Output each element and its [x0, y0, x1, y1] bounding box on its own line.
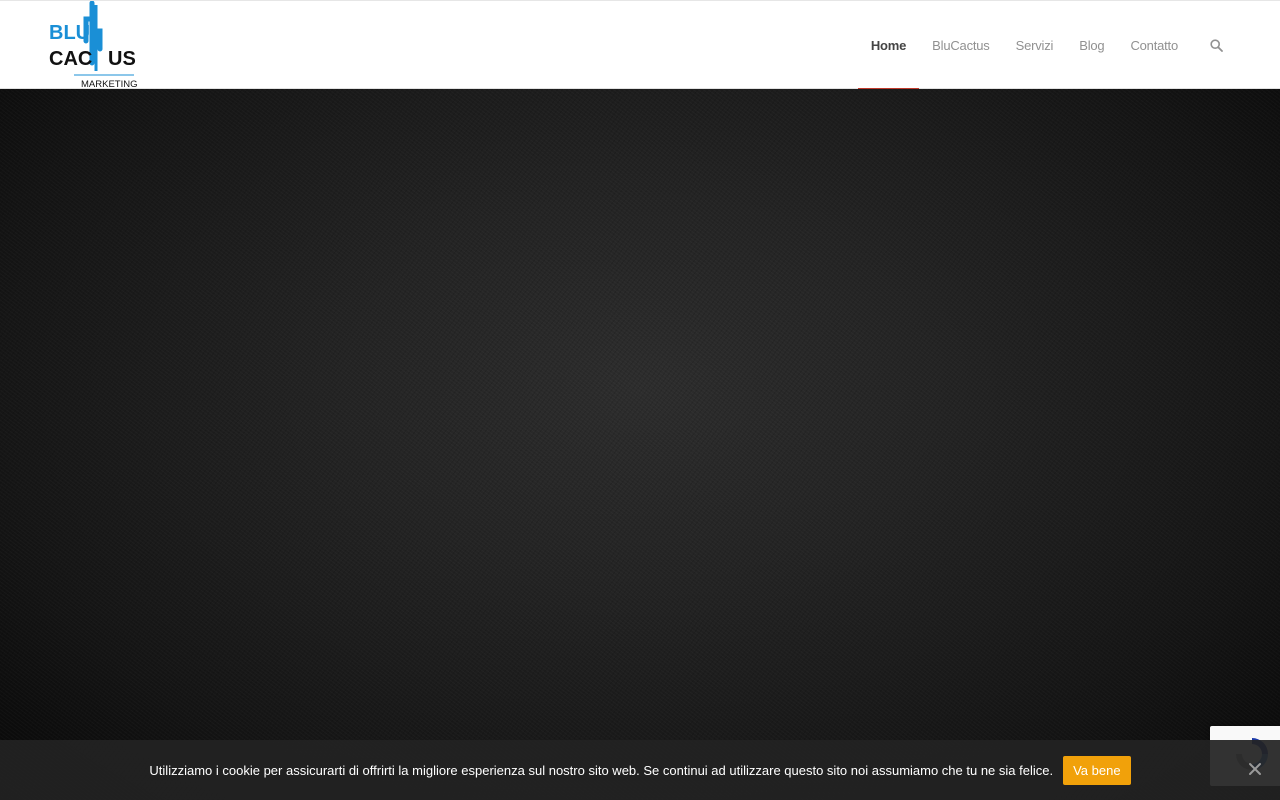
logo-text-blu: BLU	[49, 22, 90, 44]
close-icon[interactable]	[1248, 762, 1262, 776]
logo-text-marketing: MARKETING	[81, 79, 137, 89]
nav-item-label: BluCactus	[932, 37, 990, 53]
blucactus-logo: BLU CAC US MARKETING	[49, 1, 137, 89]
main-nav: Home BluCactus Servizi Blog Contatto	[857, 1, 1230, 90]
nav-item-servizi[interactable]: Servizi	[1003, 1, 1067, 89]
logo-text-us: US	[108, 48, 136, 70]
cookie-accept-button[interactable]: Va bene	[1063, 755, 1131, 785]
cookie-banner: Utilizziamo i cookie per assicurarti di …	[0, 740, 1280, 800]
nav-item-blucactus[interactable]: BluCactus	[919, 1, 1002, 89]
site-logo[interactable]: BLU CAC US MARKETING	[48, 1, 138, 89]
search-button[interactable]	[1191, 1, 1230, 89]
nav-item-label: Blog	[1079, 37, 1105, 53]
nav-item-blog[interactable]: Blog	[1066, 1, 1117, 89]
logo-text-cac: CAC	[49, 48, 92, 70]
site-header: BLU CAC US MARKETING Home BluCactus Serv…	[0, 0, 1280, 90]
hero-section	[0, 89, 1280, 800]
nav-item-contatto[interactable]: Contatto	[1117, 1, 1191, 89]
search-icon	[1210, 38, 1223, 52]
nav-item-label: Contatto	[1130, 37, 1178, 53]
cookie-message: Utilizziamo i cookie per assicurarti di …	[149, 762, 1054, 778]
nav-item-label: Home	[870, 37, 907, 53]
nav-item-home[interactable]: Home	[857, 1, 920, 90]
hero-texture	[0, 89, 1280, 800]
nav-item-label: Servizi	[1015, 37, 1054, 53]
